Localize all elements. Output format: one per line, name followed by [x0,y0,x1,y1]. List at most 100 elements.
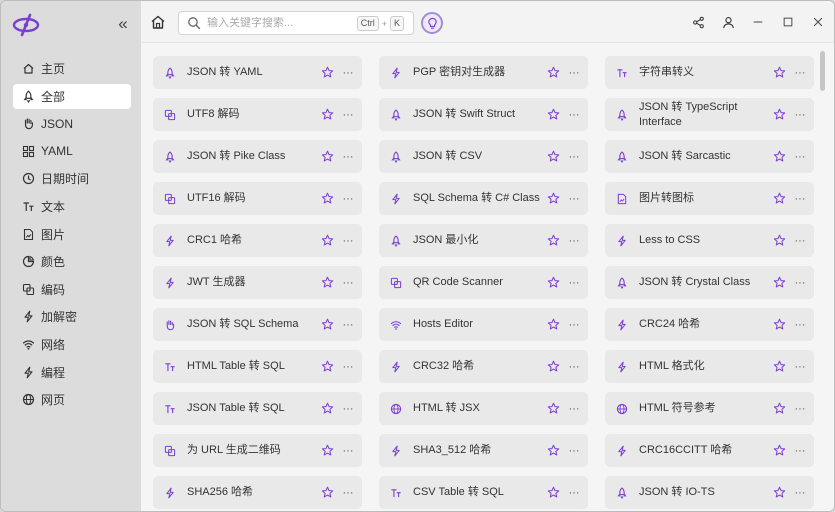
tool-card[interactable]: JSON 转 YAML ··· [153,56,362,89]
sidebar-item-8[interactable]: 编码 [13,277,131,302]
tool-card[interactable]: JSON 转 Pike Class ··· [153,140,362,173]
more-options-icon[interactable]: ··· [568,67,580,79]
tool-card[interactable]: 图片转图标 ··· [605,182,814,215]
tool-card[interactable]: JSON Table 转 SQL ··· [153,392,362,425]
star-icon[interactable] [547,276,560,289]
star-icon[interactable] [321,192,334,205]
sidebar-item-1[interactable]: 全部 [13,83,131,109]
collapse-sidebar-button[interactable]: « [113,15,133,35]
tool-card[interactable]: 字符串转义 ··· [605,56,814,89]
tool-card[interactable]: QR Code Scanner ··· [379,266,588,299]
star-icon[interactable] [547,318,560,331]
more-options-icon[interactable]: ··· [342,445,354,457]
tool-card[interactable]: JWT 生成器 ··· [153,266,362,299]
more-options-icon[interactable]: ··· [342,277,354,289]
more-options-icon[interactable]: ··· [342,193,354,205]
tool-card[interactable]: Hosts Editor ··· [379,308,588,341]
star-icon[interactable] [773,192,786,205]
more-options-icon[interactable]: ··· [342,109,354,121]
sidebar-item-2[interactable]: JSON [13,111,131,136]
user-button[interactable] [720,14,736,30]
star-icon[interactable] [321,318,334,331]
star-icon[interactable] [547,402,560,415]
more-options-icon[interactable]: ··· [794,361,806,373]
more-options-icon[interactable]: ··· [794,487,806,499]
star-icon[interactable] [321,234,334,247]
tool-card[interactable]: JSON 转 Crystal Class ··· [605,266,814,299]
sidebar-item-4[interactable]: 日期时间 [13,166,131,191]
tool-card[interactable]: HTML 格式化 ··· [605,350,814,383]
more-options-icon[interactable]: ··· [568,277,580,289]
minimize-button[interactable] [750,14,766,30]
tool-card[interactable]: JSON 转 SQL Schema ··· [153,308,362,341]
tool-card[interactable]: CRC16CCITT 哈希 ··· [605,434,814,467]
tool-card[interactable]: SHA3_512 哈希 ··· [379,434,588,467]
sidebar-item-10[interactable]: 网络 [13,332,131,357]
star-icon[interactable] [773,402,786,415]
more-options-icon[interactable]: ··· [568,235,580,247]
home-button[interactable] [149,13,167,31]
star-icon[interactable] [773,150,786,163]
more-options-icon[interactable]: ··· [794,319,806,331]
more-options-icon[interactable]: ··· [794,235,806,247]
star-icon[interactable] [547,150,560,163]
more-options-icon[interactable]: ··· [794,445,806,457]
star-icon[interactable] [773,276,786,289]
more-options-icon[interactable]: ··· [342,235,354,247]
tool-card[interactable]: HTML Table 转 SQL ··· [153,350,362,383]
sidebar-item-5[interactable]: 文本 [13,194,131,219]
sidebar-item-9[interactable]: 加解密 [13,304,131,329]
more-options-icon[interactable]: ··· [794,109,806,121]
star-icon[interactable] [321,108,334,121]
more-options-icon[interactable]: ··· [342,487,354,499]
star-icon[interactable] [773,318,786,331]
star-icon[interactable] [773,486,786,499]
tips-button[interactable] [421,12,443,34]
more-options-icon[interactable]: ··· [568,403,580,415]
star-icon[interactable] [547,234,560,247]
maximize-button[interactable] [780,14,796,30]
sidebar-item-7[interactable]: 颜色 [13,249,131,274]
tool-card[interactable]: JSON 转 Swift Struct ··· [379,98,588,131]
tool-card[interactable]: CRC32 哈希 ··· [379,350,588,383]
star-icon[interactable] [547,108,560,121]
more-options-icon[interactable]: ··· [568,319,580,331]
more-options-icon[interactable]: ··· [568,445,580,457]
tool-card[interactable]: UTF16 解码 ··· [153,182,362,215]
more-options-icon[interactable]: ··· [794,277,806,289]
sidebar-item-0[interactable]: 主页 [13,56,131,81]
star-icon[interactable] [547,444,560,457]
sidebar-item-3[interactable]: YAML [13,139,131,164]
close-button[interactable] [810,14,826,30]
star-icon[interactable] [547,192,560,205]
more-options-icon[interactable]: ··· [568,151,580,163]
more-options-icon[interactable]: ··· [568,361,580,373]
star-icon[interactable] [547,360,560,373]
tool-card[interactable]: JSON 最小化 ··· [379,224,588,257]
more-options-icon[interactable]: ··· [794,403,806,415]
star-icon[interactable] [321,402,334,415]
star-icon[interactable] [321,444,334,457]
more-options-icon[interactable]: ··· [794,193,806,205]
star-icon[interactable] [773,360,786,373]
more-options-icon[interactable]: ··· [568,487,580,499]
tool-card[interactable]: CSV Table 转 SQL ··· [379,476,588,509]
tool-card[interactable]: CRC1 哈希 ··· [153,224,362,257]
tool-card[interactable]: UTF8 解码 ··· [153,98,362,131]
sidebar-item-12[interactable]: 网页 [13,387,131,412]
sidebar-item-11[interactable]: 编程 [13,360,131,385]
more-options-icon[interactable]: ··· [794,67,806,79]
star-icon[interactable] [773,234,786,247]
more-options-icon[interactable]: ··· [568,109,580,121]
more-options-icon[interactable]: ··· [342,151,354,163]
tool-card[interactable]: SQL Schema 转 C# Class ··· [379,182,588,215]
share-button[interactable] [690,14,706,30]
search-input[interactable] [207,17,347,29]
tool-card[interactable]: HTML 符号参考 ··· [605,392,814,425]
star-icon[interactable] [321,486,334,499]
tool-card[interactable]: JSON 转 Sarcastic ··· [605,140,814,173]
tool-card[interactable]: 为 URL 生成二维码 ··· [153,434,362,467]
scrollbar-thumb[interactable] [820,51,825,91]
tool-card[interactable]: PGP 密钥对生成器 ··· [379,56,588,89]
tool-card[interactable]: JSON 转 CSV ··· [379,140,588,173]
